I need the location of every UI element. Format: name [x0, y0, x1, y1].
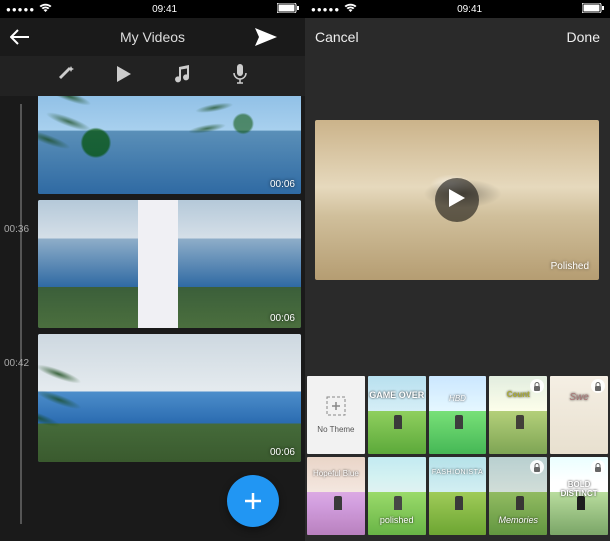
clip-1[interactable]: 00:06	[38, 96, 301, 194]
clip-duration: 00:06	[270, 179, 295, 190]
theme-polished[interactable]: polished	[368, 457, 426, 535]
theme-label: No Theme	[307, 425, 365, 434]
theme-game-over[interactable]: GAME OVER	[368, 376, 426, 454]
microphone-icon	[233, 64, 247, 89]
theme-hbd[interactable]: HBD	[429, 376, 487, 454]
status-time: 09:41	[152, 4, 177, 15]
signal-dots-icon: ●●●●●	[311, 5, 340, 14]
editor-pane: ●●●●● 09:41 My Videos	[0, 0, 305, 541]
theme-label: BOLD DISTINCT	[550, 481, 608, 499]
theme-preview[interactable]: Polished	[315, 120, 599, 280]
clip-duration: 00:06	[270, 447, 295, 458]
play-button[interactable]	[112, 64, 136, 88]
lock-icon	[591, 379, 605, 393]
battery-icon	[277, 3, 299, 16]
theme-count[interactable]: Count	[489, 376, 547, 454]
theme-no-theme[interactable]: No Theme	[307, 376, 365, 454]
time-label-2: 00:42	[4, 358, 29, 369]
battery-icon	[582, 3, 604, 16]
lock-icon	[591, 460, 605, 474]
time-gutter: 00:36 00:42	[0, 96, 38, 541]
wifi-icon	[344, 3, 357, 16]
theme-label: GAME OVER	[368, 390, 426, 400]
theme-bold-distinct[interactable]: BOLD DISTINCT	[550, 457, 608, 535]
cancel-button[interactable]: Cancel	[315, 29, 359, 45]
signal-dots-icon: ●●●●●	[6, 5, 35, 14]
wifi-icon	[39, 3, 52, 16]
theme-label: Swe	[550, 392, 608, 403]
preview-theme-name: Polished	[551, 261, 589, 272]
theme-label: polished	[368, 515, 426, 525]
theme-label: Hopeful Blue	[307, 469, 365, 478]
back-button[interactable]	[10, 29, 50, 45]
music-note-icon	[174, 65, 190, 88]
theme-hopeful-blue[interactable]: Hopeful Blue	[307, 457, 365, 535]
status-time: 09:41	[457, 4, 482, 15]
send-button[interactable]	[255, 28, 295, 46]
clip-3[interactable]: 00:06	[38, 334, 301, 462]
play-icon	[117, 66, 131, 87]
play-icon	[449, 189, 465, 212]
theme-fashionista[interactable]: FASHIONISTA	[429, 457, 487, 535]
done-button[interactable]: Done	[560, 29, 600, 45]
theme-pane: ●●●●● 09:41 Cancel Done Polished No	[305, 0, 610, 541]
status-bar-left: ●●●●● 09:41	[0, 0, 305, 18]
theme-label: FASHIONISTA	[429, 469, 487, 476]
timeline[interactable]: 00:36 00:42 00:06 00:06 00:06	[0, 96, 305, 541]
mic-button[interactable]	[228, 64, 252, 88]
theme-label: HBD	[429, 394, 487, 403]
send-icon	[255, 28, 295, 46]
clip-2[interactable]: 00:06	[38, 200, 301, 328]
header-right: Cancel Done	[305, 18, 610, 56]
plus-icon	[241, 489, 265, 513]
add-clip-button[interactable]	[227, 475, 279, 527]
preview-play-button[interactable]	[435, 178, 479, 222]
theme-swe[interactable]: Swe	[550, 376, 608, 454]
time-label-1: 00:36	[4, 224, 29, 235]
page-title: My Videos	[50, 29, 255, 45]
magic-wand-icon	[57, 65, 75, 88]
clip-duration: 00:06	[270, 313, 295, 324]
header-left: My Videos	[0, 18, 305, 56]
status-bar-right: ●●●●● 09:41	[305, 0, 610, 18]
editor-toolbar	[0, 56, 305, 96]
arrow-left-icon	[10, 29, 50, 45]
theme-memories[interactable]: Memories	[489, 457, 547, 535]
clips-container: 00:06 00:06 00:06	[38, 96, 301, 468]
music-button[interactable]	[170, 64, 194, 88]
theme-label: Memories	[489, 515, 547, 525]
theme-grid: No Theme GAME OVER HBD Count Swe Hopeful…	[305, 372, 610, 541]
effects-button[interactable]	[54, 64, 78, 88]
add-square-icon	[326, 396, 346, 421]
